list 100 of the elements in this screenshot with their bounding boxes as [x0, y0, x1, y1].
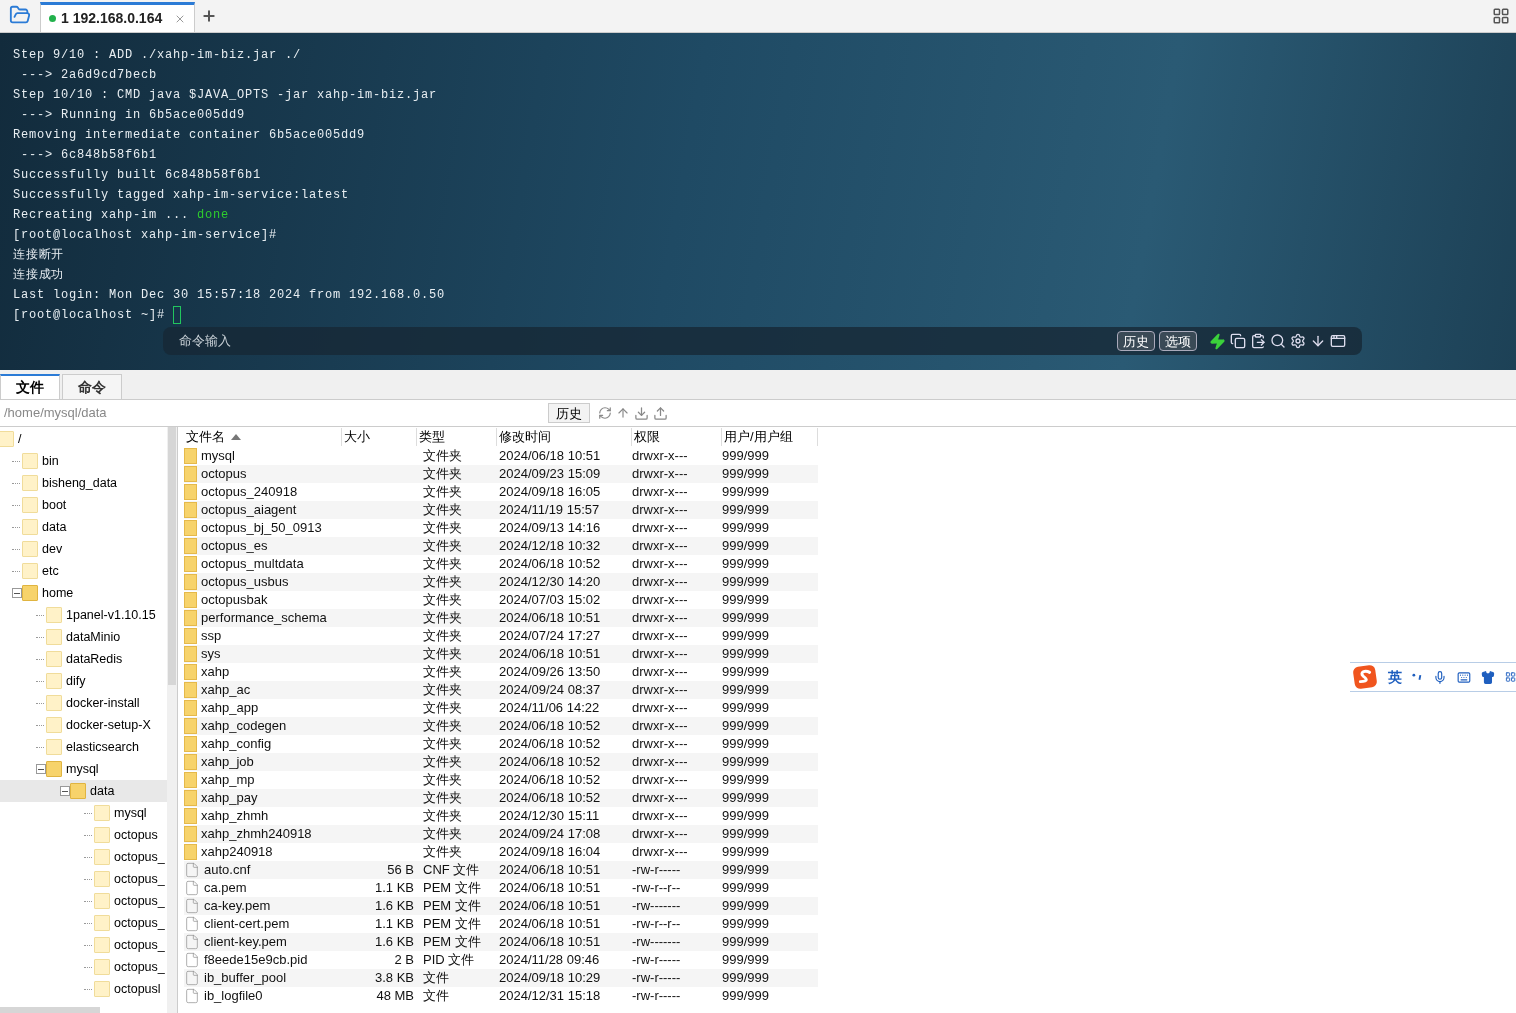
tree-item[interactable]: octopus	[114, 825, 158, 845]
lightning-icon[interactable]	[1209, 332, 1226, 350]
file-name[interactable]: octopus_240918	[201, 482, 298, 502]
upload-icon[interactable]	[653, 405, 668, 421]
input-mode[interactable]: 英	[1388, 666, 1402, 688]
column-header[interactable]: 权限	[632, 428, 722, 446]
column-header[interactable]: 修改时间	[497, 428, 632, 446]
command-bar-button[interactable]: 选项	[1159, 331, 1197, 351]
tree-item[interactable]: octopus_	[114, 957, 165, 977]
file-name[interactable]: xahp_job	[201, 752, 254, 772]
panel-tab[interactable]: 文件	[0, 374, 60, 399]
file-name[interactable]: xahp240918	[201, 842, 273, 862]
search-icon[interactable]	[1270, 333, 1286, 349]
download-icon[interactable]	[634, 405, 649, 421]
command-input[interactable]: 命令输入 历史 选项	[163, 327, 1362, 355]
tree-item[interactable]: data	[90, 781, 115, 801]
permissions: drwxr-x---	[632, 754, 688, 770]
history-button[interactable]: 历史	[548, 403, 590, 423]
tree-item[interactable]: bin	[42, 451, 59, 471]
file-name[interactable]: octopus_usbus	[201, 572, 289, 592]
tree-item[interactable]: home	[42, 583, 74, 603]
logo-icon[interactable]	[1352, 663, 1378, 691]
file-name[interactable]: xahp_zhmh	[201, 806, 269, 826]
permissions: -rw-r-----	[632, 862, 681, 878]
grid-icon[interactable]	[1504, 671, 1516, 683]
settings-icon[interactable]	[1290, 333, 1306, 349]
column-header[interactable]: 文件名	[184, 428, 342, 446]
horizontal-scrollbar[interactable]	[0, 1007, 100, 1013]
tree-item[interactable]: octopus_	[114, 935, 165, 955]
file-name[interactable]: octopus_bj_50_0913	[201, 518, 322, 538]
microphone-icon[interactable]	[1433, 669, 1448, 685]
file-name[interactable]: xahp_ac	[201, 680, 251, 700]
file-name[interactable]: mysql	[201, 446, 235, 466]
scrollbar-thumb[interactable]	[168, 427, 176, 685]
tree-item[interactable]: bisheng_data	[42, 473, 118, 493]
tree-item[interactable]: elasticsearch	[66, 737, 139, 757]
file-name[interactable]: octopus_aiagent	[201, 500, 297, 520]
file-name[interactable]: f8eede15e9cb.pid	[204, 950, 308, 970]
column-header[interactable]: 类型	[417, 428, 497, 446]
owner-group: 999/999	[722, 682, 769, 698]
tree-item[interactable]: /	[18, 429, 22, 449]
tree-item[interactable]: data	[42, 517, 67, 537]
collapse-toggle[interactable]	[36, 764, 46, 774]
refresh-icon[interactable]	[598, 406, 612, 420]
file-name[interactable]: octopus_es	[201, 536, 268, 556]
path-field[interactable]: /home/mysql/data	[0, 401, 548, 425]
file-name[interactable]: ssp	[201, 626, 222, 646]
tree-item[interactable]: octopus_	[114, 869, 165, 889]
file-name[interactable]: octopus_multdata	[201, 554, 304, 574]
tree-item[interactable]: etc	[42, 561, 59, 581]
file-name[interactable]: ib_buffer_pool	[204, 968, 287, 988]
keyboard-icon[interactable]	[1457, 669, 1471, 685]
file-name[interactable]: xahp_zhmh240918	[201, 824, 312, 844]
owner-group: 999/999	[722, 988, 769, 1004]
tree-item[interactable]: 1panel-v1.10.15	[66, 605, 156, 625]
punctuation-icon[interactable]	[1412, 672, 1424, 682]
file-name[interactable]: client-cert.pem	[204, 914, 290, 934]
new-tab-icon[interactable]	[201, 8, 217, 24]
file-name[interactable]: auto.cnf	[204, 860, 251, 880]
tree-item[interactable]: dify	[66, 671, 86, 691]
file-name[interactable]: sys	[201, 644, 221, 664]
file-name[interactable]: octopusbak	[201, 590, 268, 610]
file-name[interactable]: ca.pem	[204, 878, 247, 898]
tree-item[interactable]: dataRedis	[66, 649, 123, 669]
file-name[interactable]: client-key.pem	[204, 932, 287, 952]
copy-icon[interactable]	[1230, 333, 1246, 349]
session-tab[interactable]: 1 192.168.0.164	[40, 2, 195, 32]
tree-item[interactable]: mysql	[66, 759, 99, 779]
tree-item[interactable]: octopus_	[114, 913, 165, 933]
window-icon[interactable]	[1330, 333, 1346, 349]
file-name[interactable]: octopus	[201, 464, 247, 484]
collapse-toggle[interactable]	[12, 588, 22, 598]
file-name[interactable]: xahp_codegen	[201, 716, 287, 736]
tree-item[interactable]: dev	[42, 539, 63, 559]
tree-item[interactable]: docker-setup-X	[66, 715, 151, 735]
panel-tab[interactable]: 命令	[62, 374, 122, 399]
shirt-icon[interactable]	[1480, 669, 1495, 685]
command-bar-button[interactable]: 历史	[1117, 331, 1155, 351]
column-header[interactable]: 大小	[342, 428, 417, 446]
column-header[interactable]: 用户/用户组	[722, 428, 818, 446]
file-name[interactable]: ca-key.pem	[204, 896, 271, 916]
file-name[interactable]: xahp_config	[201, 734, 272, 754]
layout-icon[interactable]	[1492, 7, 1510, 25]
file-name[interactable]: performance_schema	[201, 608, 327, 628]
tree-item[interactable]: octopusl	[114, 979, 161, 999]
collapse-toggle[interactable]	[60, 786, 70, 796]
file-name[interactable]: xahp_app	[201, 698, 259, 718]
file-name[interactable]: xahp_mp	[201, 770, 255, 790]
file-name[interactable]: xahp_pay	[201, 788, 258, 808]
tree-item[interactable]: boot	[42, 495, 67, 515]
file-name[interactable]: xahp	[201, 662, 230, 682]
tree-item[interactable]: dataMinio	[66, 627, 121, 647]
file-name[interactable]: ib_logfile0	[204, 986, 263, 1006]
tree-item[interactable]: docker-install	[66, 693, 140, 713]
folder-open-icon[interactable]	[9, 4, 31, 26]
tree-item[interactable]: mysql	[114, 803, 147, 823]
paste-icon[interactable]	[1250, 333, 1266, 349]
file-type: PID 文件	[423, 952, 475, 968]
tree-item[interactable]: octopus_	[114, 847, 165, 867]
tree-item[interactable]: octopus_	[114, 891, 165, 911]
